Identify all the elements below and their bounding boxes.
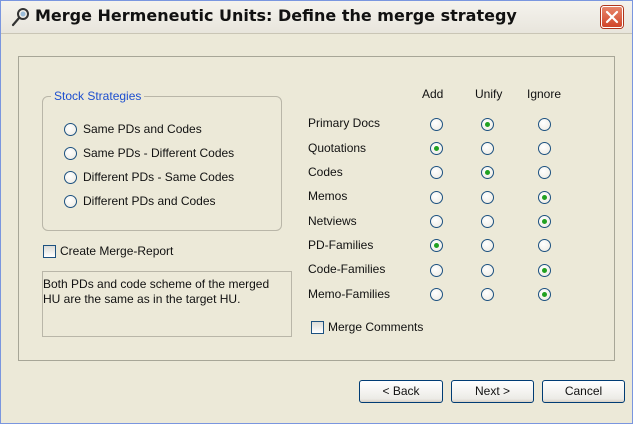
back-button[interactable]: < Back <box>359 380 443 403</box>
strategy-description-box: Both PDs and code scheme of the merged H… <box>42 271 292 337</box>
pd-families-add-radio[interactable] <box>430 239 443 252</box>
close-button[interactable] <box>601 6 623 28</box>
quotations-unify-radio[interactable] <box>481 142 494 155</box>
primary-docs-unify-radio[interactable] <box>481 118 494 131</box>
code-families-unify-radio[interactable] <box>481 264 494 277</box>
pd-families-unify-radio[interactable] <box>481 239 494 252</box>
code-families-ignore-radio[interactable] <box>538 264 551 277</box>
code-families-add-radio[interactable] <box>430 264 443 277</box>
strategy-radio-diff-pds-same-codes[interactable] <box>64 171 77 184</box>
window-title: Merge Hermeneutic Units: Define the merg… <box>35 6 517 25</box>
netviews-unify-radio[interactable] <box>481 215 494 228</box>
strategy-label: Same PDs and Codes <box>83 122 202 136</box>
cancel-button[interactable]: Cancel <box>542 380 625 403</box>
memos-unify-radio[interactable] <box>481 191 494 204</box>
quotations-add-radio[interactable] <box>430 142 443 155</box>
row-label-quotations: Quotations <box>308 141 367 155</box>
stock-strategies-group: Stock Strategies Same PDs and Codes Same… <box>42 89 282 231</box>
memo-families-add-radio[interactable] <box>430 288 443 301</box>
merge-comments-label: Merge Comments <box>328 320 424 334</box>
next-button[interactable]: Next > <box>451 380 534 403</box>
primary-docs-add-radio[interactable] <box>430 118 443 131</box>
strategy-panel: Stock Strategies Same PDs and Codes Same… <box>18 56 615 361</box>
memos-ignore-radio[interactable] <box>538 191 551 204</box>
primary-docs-ignore-radio[interactable] <box>538 118 551 131</box>
pd-families-ignore-radio[interactable] <box>538 239 551 252</box>
memos-add-radio[interactable] <box>430 191 443 204</box>
netviews-ignore-radio[interactable] <box>538 215 551 228</box>
column-header-add: Add <box>422 87 444 101</box>
row-label-codes: Codes <box>308 165 343 179</box>
row-label-pd-families: PD-Families <box>308 238 374 252</box>
row-label-code-families: Code-Families <box>308 262 386 276</box>
close-icon <box>605 10 619 24</box>
strategy-radio-diff-pds-codes[interactable] <box>64 195 77 208</box>
row-label-memo-families: Memo-Families <box>308 287 391 301</box>
column-header-unify: Unify <box>475 87 503 101</box>
column-header-ignore: Ignore <box>527 87 562 101</box>
row-label-memos: Memos <box>308 189 348 203</box>
title-bar[interactable]: Merge Hermeneutic Units: Define the merg… <box>1 1 632 34</box>
merge-dialog-window: Merge Hermeneutic Units: Define the merg… <box>0 0 633 424</box>
create-merge-report-label: Create Merge-Report <box>60 244 174 258</box>
create-merge-report-checkbox[interactable] <box>43 245 56 258</box>
row-label-netviews: Netviews <box>308 214 357 228</box>
magnifier-key-icon <box>11 7 31 27</box>
stock-strategies-legend: Stock Strategies <box>51 89 145 103</box>
codes-add-radio[interactable] <box>430 166 443 179</box>
strategy-description: Both PDs and code scheme of the merged H… <box>43 277 270 306</box>
netviews-add-radio[interactable] <box>430 215 443 228</box>
strategy-radio-same-pds-diff-codes[interactable] <box>64 147 77 160</box>
codes-unify-radio[interactable] <box>481 166 494 179</box>
strategy-radio-same-pds-codes[interactable] <box>64 123 77 136</box>
strategy-label: Different PDs - Same Codes <box>83 170 235 184</box>
merge-comments-checkbox[interactable] <box>311 321 324 334</box>
memo-families-ignore-radio[interactable] <box>538 288 551 301</box>
quotations-ignore-radio[interactable] <box>538 142 551 155</box>
memo-families-unify-radio[interactable] <box>481 288 494 301</box>
strategy-label: Same PDs - Different Codes <box>83 146 235 160</box>
strategy-label: Different PDs and Codes <box>83 194 216 208</box>
codes-ignore-radio[interactable] <box>538 166 551 179</box>
row-label-primary-docs: Primary Docs <box>308 116 381 130</box>
